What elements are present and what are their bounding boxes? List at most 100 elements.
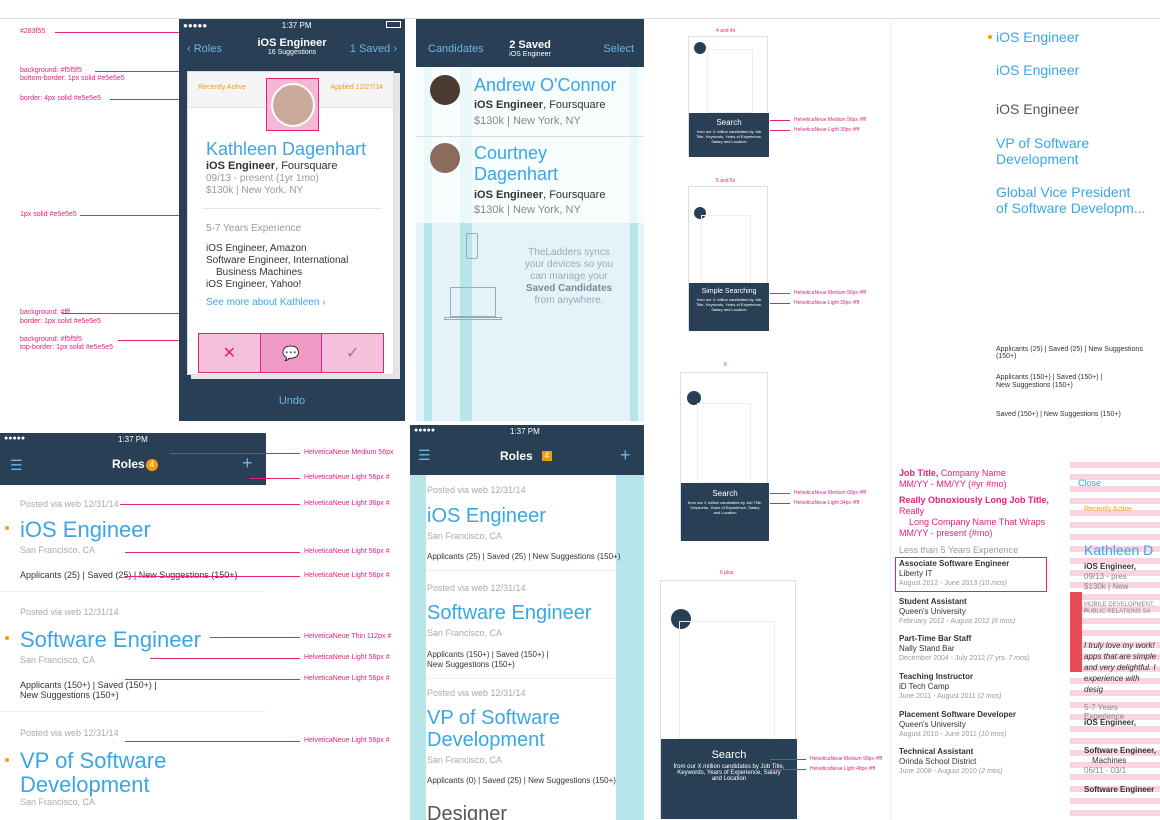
chat-icon: 💬 — [282, 344, 300, 361]
job-item: Software Engineer, — [1084, 746, 1157, 755]
annotation-white-border: border: 1px solid #e5e5e5 — [20, 318, 101, 325]
spec-title: iOS Engineer — [996, 101, 1080, 117]
onboarding-caption: Search from our X million candidates by … — [689, 113, 769, 157]
mini-card — [707, 49, 753, 113]
font-annotation: HelveticaNeue Light 56px # — [304, 737, 390, 744]
role-title[interactable]: Software Engineer — [427, 602, 592, 625]
history-item: Technical Assistant Orinda School Distric… — [899, 747, 1003, 775]
role-title[interactable]: VP of Software Development — [427, 707, 560, 751]
long-title-spec: Really Obnoxiously Long Job Title, Reall… — [899, 495, 1049, 538]
role-stats: New Suggestions (150+) — [427, 660, 515, 669]
role-title[interactable]: iOS Engineer — [427, 505, 546, 528]
spec-title: VP of Software Development — [996, 135, 1090, 167]
role-location: San Francisco, CA — [20, 545, 96, 555]
job-item: Business Machines — [216, 267, 303, 278]
search-icon — [694, 42, 706, 54]
divider — [426, 570, 616, 571]
role-location: San Francisco, CA — [20, 797, 96, 807]
divider — [0, 711, 266, 712]
spec-status: Applicants (150+) | Saved (150+) | — [996, 374, 1103, 381]
role-title[interactable]: VP of Software Development — [20, 749, 166, 797]
nav-title: Roles — [500, 449, 533, 463]
candidate-role: iOS Engineer, Foursquare — [474, 99, 606, 111]
font-annotation: HelveticaNeue Medium 56px #fff — [794, 290, 867, 296]
quote: I truly love my work! apps that are simpl… — [1084, 641, 1157, 694]
font-annotation: HelveticaNeue Light 34px #fff — [794, 500, 860, 506]
annotation-divider: 1px solid #e5e5e5 — [20, 211, 77, 218]
candidate-name[interactable]: Courtney Dagenhart — [474, 143, 594, 185]
candidate-dates: 09/13 - pres — [1084, 572, 1127, 581]
see-more-link[interactable]: See more about Kathleen › — [206, 297, 326, 308]
spec-title: iOS Engineer — [996, 62, 1080, 78]
posted-date: Posted via web 12/31/14 — [427, 583, 526, 593]
onboarding-caption: Search from our X million candidates by … — [681, 483, 769, 541]
font-annotation: HelveticaNeue Thin 112px # — [304, 633, 392, 640]
role-stats: Applicants (25) | Saved (25) | New Sugge… — [427, 552, 621, 561]
select-button[interactable]: Select — [603, 43, 634, 55]
recently-active-label: Recently Active — [1084, 506, 1132, 513]
annotation-action-border: top-border: 1px solid #e5e5e5 — [20, 344, 114, 351]
candidate-name[interactable]: Andrew O'Connor — [474, 75, 617, 96]
annotation-navbar-color: #283f55 — [20, 28, 46, 35]
annotation-bg: background: #f5f5f5 — [20, 67, 82, 74]
onboarding-screen: Search from our X million candidates by … — [660, 580, 797, 819]
undo-button[interactable]: Undo — [179, 395, 405, 407]
menu-icon[interactable]: ☰ — [10, 457, 23, 474]
reject-button[interactable]: ✕ — [199, 334, 260, 372]
nav-bar: ●●●●● 1:37 PM ☰ Roles 4 + — [410, 425, 644, 475]
onboarding-caption: Simple Searching from our X million cand… — [689, 283, 769, 331]
accept-button[interactable]: ✓ — [322, 334, 383, 372]
clock: 1:37 PM — [510, 427, 540, 436]
mini-card — [697, 403, 751, 483]
nav-bar: Candidates 2 Saved iOS Engineer Select — [416, 19, 644, 67]
role-title[interactable]: Software Engineer — [20, 627, 201, 653]
column-divider — [890, 18, 891, 820]
carrier: ●●●●● — [183, 21, 208, 30]
role-stats: Applicants (150+) | Saved (150+) | — [427, 650, 549, 659]
skills: PUBLIC RELATIONS SA — [1084, 609, 1151, 615]
job-item: iOS Engineer, Yahoo! — [206, 279, 302, 290]
unread-dot — [5, 526, 9, 530]
role-title[interactable]: Designer — [427, 803, 507, 820]
message-button[interactable]: 💬 — [259, 334, 323, 372]
role-title[interactable]: iOS Engineer — [20, 517, 151, 543]
avatar — [430, 143, 460, 173]
spec-status: Applicants (25) | Saved (25) | New Sugge… — [996, 346, 1143, 360]
role-count-badge: 4 — [146, 459, 158, 471]
device-label: 6 plus — [720, 570, 734, 576]
role-stats: New Suggestions (150+) — [20, 690, 119, 700]
device-label: 5 and 5s — [716, 178, 736, 184]
font-annotation: HelveticaNeue Medium 56px #fff — [794, 117, 867, 123]
spec-title: iOS Engineer — [996, 29, 1080, 45]
job-item: Software Engineer — [1084, 785, 1155, 794]
onboarding-screen: Search from our X million candidates by … — [680, 372, 769, 541]
annotation-border: bottom-border: 1px solid #e5e5e5 — [20, 75, 125, 82]
experience-label: Less than 5 Years Experience — [899, 545, 1019, 555]
mini-card — [701, 215, 751, 283]
role-count-badge: 4 — [542, 451, 552, 461]
annotation-action-bg: background: #f5f5f5 — [20, 336, 82, 343]
job-item: iOS Engineer, Amazon — [206, 243, 307, 254]
saved-button[interactable]: 1 Saved › — [350, 43, 397, 55]
clock: 1:37 PM — [281, 21, 312, 30]
close-button[interactable]: Close — [1078, 478, 1101, 488]
mini-card — [679, 621, 775, 739]
device-label: 6 — [724, 362, 727, 368]
sync-devices-icon — [438, 233, 518, 333]
candidate-salary: $130k | New — [1084, 582, 1129, 591]
candidate-card[interactable]: Recently Active Applied 12/27/14 Kathlee… — [187, 71, 394, 375]
candidate-meta: $130k | New York, NY — [474, 204, 581, 216]
history-item: Teaching Instructor iD Tech Camp June 2011… — [899, 672, 1002, 700]
job-item: Software Engineer, International — [206, 255, 349, 266]
add-icon[interactable]: + — [620, 445, 631, 466]
role-stats: Applicants (25) | Saved (25) | New Sugge… — [20, 570, 238, 580]
candidate-role: iOS Engineer, Foursquare — [474, 189, 606, 201]
recently-active-label: Recently Active — [198, 84, 246, 91]
job-list: iOS Engineer, Amazon Software Engineer, … — [206, 243, 348, 291]
menu-icon[interactable]: ☰ — [418, 447, 431, 464]
role-location: San Francisco, CA — [427, 628, 503, 638]
add-icon[interactable]: + — [242, 453, 253, 474]
font-annotation: HelveticaNeue Medium 56px — [304, 449, 394, 456]
nav-title: Roles — [112, 457, 145, 471]
history-item: Student Assistant Queen's University Febru… — [899, 597, 1016, 625]
